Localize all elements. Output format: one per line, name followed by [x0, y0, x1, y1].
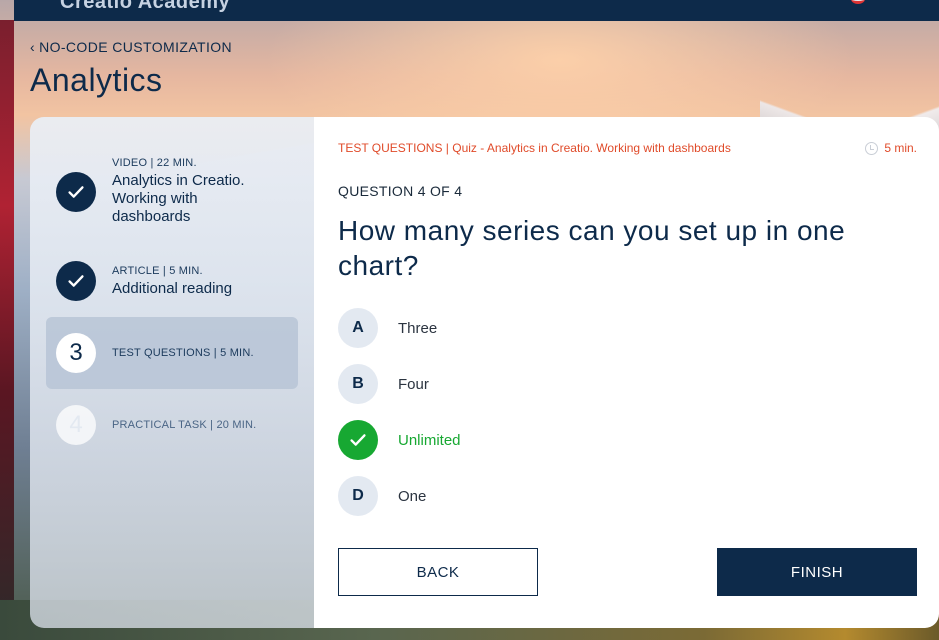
step-meta: VIDEO | 22 MIN. [112, 157, 197, 169]
question-text: How many series can you set up in one ch… [338, 215, 846, 281]
language-flag-icon[interactable] [851, 0, 865, 4]
chevron-left-icon: ‹ [30, 39, 36, 55]
top-bar: Creatio Academy [14, 0, 939, 21]
step-meta: TEST QUESTIONS | 5 MIN. [112, 347, 254, 359]
step-meta: ARTICLE | 5 MIN. [112, 264, 203, 277]
step-article[interactable]: ARTICLE | 5 MIN. Additional reading [46, 261, 298, 301]
breadcrumb[interactable]: ‹ NO-CODE CUSTOMIZATION [30, 39, 232, 55]
quiz-time: 5 min. [884, 141, 917, 155]
quiz-panel: TEST QUESTIONS | Quiz - Analytics in Cre… [314, 117, 939, 628]
answer-option-a[interactable]: A Three [338, 308, 437, 348]
option-letter: D [338, 476, 378, 516]
option-label: Three [398, 319, 438, 337]
step-video[interactable]: VIDEO | 22 MIN. Analytics in Creatio. Wo… [46, 157, 298, 226]
page-title: Analytics [30, 62, 163, 98]
brand-logo[interactable]: Creatio Academy [60, 0, 230, 14]
foliage-edge [0, 20, 14, 640]
answer-option-d[interactable]: D One [338, 476, 426, 516]
check-icon [56, 261, 96, 301]
clock-icon [865, 141, 879, 155]
step-title: Additional reading [112, 279, 233, 297]
step-practical-task[interactable]: 4 PRACTICAL TASK | 20 MIN. [46, 405, 298, 445]
option-letter: A [338, 308, 378, 348]
step-test-questions[interactable]: 3 TEST QUESTIONS | 5 MIN. [46, 317, 298, 389]
step-number: 4 [56, 405, 96, 445]
finish-button[interactable]: FINISH [717, 548, 917, 596]
answer-option-c[interactable]: Unlimited [338, 420, 461, 460]
step-title: Analytics in Creatio. Working with dashb… [112, 172, 245, 225]
option-label: One [398, 487, 427, 505]
answer-option-b[interactable]: B Four [338, 364, 429, 404]
lesson-sidebar: VIDEO | 22 MIN. Analytics in Creatio. Wo… [30, 117, 320, 628]
option-label: Four [398, 375, 429, 393]
breadcrumb-label: NO-CODE CUSTOMIZATION [39, 39, 233, 55]
step-meta: PRACTICAL TASK | 20 MIN. [112, 419, 257, 431]
step-number: 3 [56, 333, 96, 373]
option-label: Unlimited [398, 431, 461, 449]
option-letter: B [338, 364, 378, 404]
question-counter: QUESTION 4 OF 4 [338, 183, 463, 199]
quiz-header: TEST QUESTIONS | Quiz - Analytics in Cre… [338, 141, 731, 155]
check-icon [56, 171, 96, 212]
check-icon [338, 420, 378, 460]
back-button[interactable]: BACK [338, 548, 538, 596]
quiz-timer: 5 min. [865, 141, 917, 155]
